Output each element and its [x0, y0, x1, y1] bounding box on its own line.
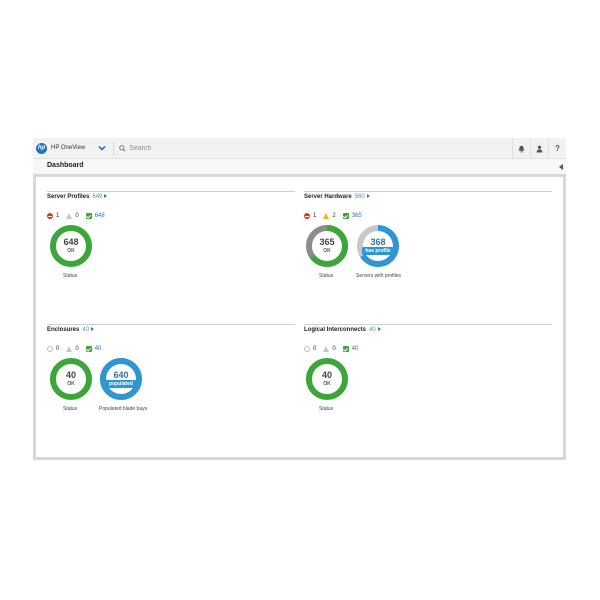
arrow-right-icon[interactable] [377, 327, 381, 332]
disabled-count[interactable]: 0 [47, 346, 59, 352]
app-name: HP OneView [51, 145, 86, 151]
panel-server-hardware: Server Hardware 560 1 2 365 365 OK Status… [304, 191, 552, 314]
collapse-arrow-icon[interactable] [559, 164, 563, 170]
status-donut[interactable]: 40 OK [49, 357, 93, 401]
donut-value: 40 [65, 370, 76, 380]
donut-label: OK [323, 248, 331, 254]
panel-count[interactable]: 40 [82, 327, 89, 333]
status-summary: 1 0 648 [47, 212, 112, 220]
donut-label: OK [67, 248, 75, 254]
top-bar: hp HP OneView Search ? [33, 138, 566, 159]
arrow-right-icon[interactable] [91, 327, 95, 332]
top-icons: ? [512, 138, 566, 159]
help-button[interactable]: ? [548, 138, 566, 159]
search-icon [119, 144, 126, 152]
panel-header[interactable]: Server Profiles 649 [47, 194, 108, 200]
donut-value: 40 [321, 370, 332, 380]
critical-icon [304, 213, 310, 219]
help-icon: ? [555, 144, 560, 153]
panel-count[interactable]: 649 [92, 194, 102, 200]
panel-server-profiles: Server Profiles 649 1 0 648 648 OK Status [47, 191, 295, 314]
oneview-app: hp HP OneView Search ? Dashboard Server … [33, 138, 566, 460]
critical-icon [47, 213, 53, 219]
panel-divider [47, 324, 295, 325]
donut-value: 365 [319, 237, 335, 247]
critical-count[interactable]: 1 [304, 213, 316, 219]
servers-with-profiles-donut[interactable]: 368 has profile [356, 224, 400, 268]
warning-icon [66, 213, 73, 219]
ok-count[interactable]: 40 [85, 346, 101, 352]
critical-count[interactable]: 1 [47, 213, 59, 219]
donut-label: has profile [365, 248, 391, 254]
panel-count[interactable]: 40 [369, 327, 376, 333]
warning-count[interactable]: 2 [323, 213, 336, 219]
status-summary: 1 2 365 [304, 212, 369, 220]
search-box[interactable] [119, 141, 250, 155]
donut-caption: Populated blade bays [99, 406, 148, 412]
ok-count[interactable]: 365 [342, 213, 362, 219]
status-donut[interactable]: 40 OK [305, 357, 349, 401]
arrow-right-icon[interactable] [104, 194, 108, 199]
page-title: Dashboard [47, 162, 84, 169]
divider [113, 141, 115, 155]
disabled-icon [304, 346, 310, 352]
panel-title[interactable]: Server Profiles [47, 194, 89, 200]
warning-count[interactable]: 0 [66, 346, 79, 352]
donut-label: populated [109, 381, 133, 387]
ok-count[interactable]: 648 [85, 213, 105, 219]
donut-label: OK [67, 381, 75, 387]
panel-header[interactable]: Logical Interconnects 40 [304, 327, 381, 333]
donut-caption: Status [319, 273, 334, 279]
panel-title[interactable]: Enclosures [47, 327, 79, 333]
status-summary: 0 0 40 [47, 345, 108, 353]
donut-caption: Status [63, 273, 78, 279]
warning-count[interactable]: 0 [66, 213, 79, 219]
user-icon [536, 145, 543, 152]
donut-caption: Status [319, 406, 334, 412]
ok-icon [342, 346, 349, 352]
ok-icon [85, 213, 92, 219]
panel-divider [304, 191, 552, 192]
populated-bays-donut[interactable]: 640 populated [99, 357, 143, 401]
notifications-button[interactable] [512, 138, 530, 159]
dashboard-area: Server Profiles 649 1 0 648 648 OK Status… [33, 174, 566, 460]
panel-header[interactable]: Server Hardware 560 [304, 194, 370, 200]
donut-caption: Servers with profiles [356, 273, 402, 279]
panel-divider [47, 191, 295, 192]
warning-icon [323, 346, 330, 352]
user-button[interactable] [530, 138, 548, 159]
bell-icon [518, 145, 525, 153]
status-donut[interactable]: 365 OK [305, 224, 349, 268]
disabled-count[interactable]: 0 [304, 346, 316, 352]
donut-label: OK [323, 381, 331, 387]
status-summary: 0 0 40 [304, 345, 365, 353]
warning-count[interactable]: 0 [323, 346, 336, 352]
hp-logo-icon[interactable]: hp [36, 142, 47, 154]
ok-count[interactable]: 40 [342, 346, 358, 352]
donut-value: 640 [113, 370, 129, 380]
donut-value: 368 [370, 237, 386, 247]
panel-count[interactable]: 560 [355, 194, 365, 200]
panel-header[interactable]: Enclosures 40 [47, 327, 95, 333]
menu-chevron-icon[interactable] [97, 143, 107, 153]
ok-icon [85, 346, 92, 352]
arrow-right-icon[interactable] [366, 194, 370, 199]
donut-value: 648 [63, 237, 79, 247]
page-header: Dashboard [33, 159, 566, 175]
panel-divider [304, 324, 552, 325]
panel-title[interactable]: Logical Interconnects [304, 327, 366, 333]
search-input[interactable] [129, 144, 250, 152]
ok-icon [342, 213, 349, 219]
warning-icon [323, 213, 330, 219]
panel-logical-interconnects: Logical Interconnects 40 0 0 40 40 OK Sta… [304, 324, 552, 447]
status-donut[interactable]: 648 OK [49, 224, 93, 268]
disabled-icon [47, 346, 53, 352]
donut-caption: Status [63, 406, 78, 412]
warning-icon [66, 346, 73, 352]
panel-title[interactable]: Server Hardware [304, 194, 352, 200]
panel-enclosures: Enclosures 40 0 0 40 40 OK Status 640 pop… [47, 324, 295, 447]
